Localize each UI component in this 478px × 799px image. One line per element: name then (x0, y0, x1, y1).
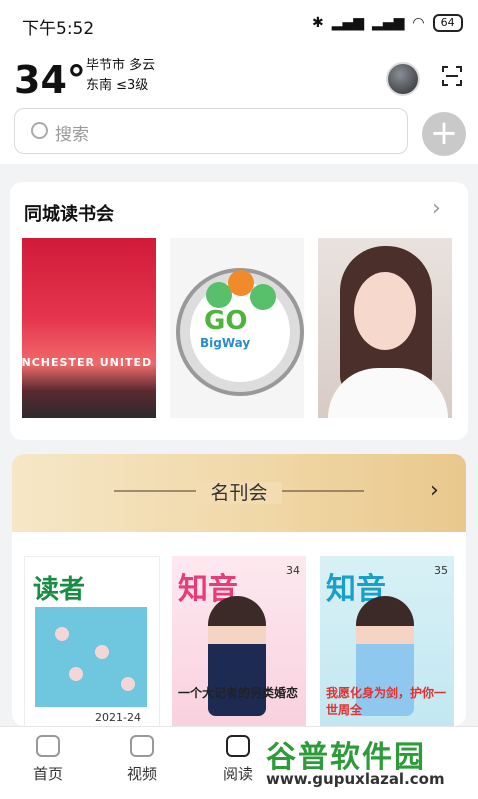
magazine-cover-zhiyin-35[interactable]: 知音 35 我愿化身为剑，护你一世周全 (320, 556, 454, 726)
magazine-headline: 一个大记者的另类婚恋 (178, 686, 299, 700)
magazine-issue: 2021-24 (95, 711, 141, 724)
cover-text: ANCHESTER UNITED (22, 356, 153, 369)
magazine-name: 读者 (33, 575, 86, 605)
cover-go-text: GO (204, 306, 248, 336)
magazine-art (35, 607, 147, 707)
book-club-cover-2[interactable]: GO BigWay (170, 238, 304, 418)
wifi-icon: ◠ (412, 15, 425, 31)
chevron-right-icon[interactable]: › (430, 478, 439, 503)
add-button[interactable]: + (422, 112, 466, 156)
tab-read[interactable]: 阅读 (208, 735, 268, 784)
status-icons: ✱ ▂▄▆ ▂▄▆ ◠ 64 (312, 14, 463, 32)
tab-label: 首页 (32, 765, 63, 783)
magazine-cover-zhiyin-34[interactable]: 知音 34 一个大记者的另类婚恋 (172, 556, 306, 726)
signal-icon: ▂▄▆ (331, 15, 365, 31)
scan-icon[interactable] (440, 64, 464, 88)
magazine-headline: 我愿化身为剑，护你一世周全 (326, 686, 447, 717)
battery-icon: 64 (432, 14, 463, 32)
magazine-issue: 35 (434, 564, 448, 577)
search-icon (31, 122, 48, 139)
video-icon (130, 735, 154, 757)
signal-icon-2: ▂▄▆ (372, 15, 405, 31)
search-placeholder: 搜索 (55, 125, 89, 145)
weather-info: 毕节市 多云 东南 ≤3级 (86, 56, 155, 96)
book-club-title: 同城读书会 (24, 204, 114, 225)
watermark: 谷普软件园 www.gupuxlazal.com (262, 730, 474, 796)
watermark-url: www.gupuxlazal.com (266, 770, 445, 788)
tab-video[interactable]: 视频 (112, 735, 172, 784)
magazine-issue: 34 (286, 564, 300, 577)
tab-home[interactable]: 首页 (18, 735, 78, 784)
read-icon (226, 735, 250, 757)
book-club-cover-1[interactable]: ANCHESTER UNITED (22, 238, 156, 418)
book-club-cover-3[interactable] (318, 238, 452, 418)
tab-label: 阅读 (222, 765, 253, 783)
status-time: 下午5:52 (22, 19, 95, 39)
weather-location: 毕节市 多云 (86, 58, 156, 73)
header: 34° 毕节市 多云 东南 ≤3级 搜索 + (0, 46, 478, 164)
home-icon (36, 735, 60, 757)
search-input[interactable]: 搜索 (14, 108, 408, 154)
tab-label: 视频 (126, 765, 157, 783)
magazine-banner[interactable]: 名刊会 › (12, 454, 466, 532)
temperature: 34° (14, 58, 86, 102)
book-club-card: 同城读书会 › ANCHESTER UNITED GO BigWay (10, 182, 468, 440)
chevron-right-icon[interactable]: › (432, 196, 441, 221)
bluetooth-icon: ✱ (312, 15, 324, 31)
avatar[interactable] (386, 62, 420, 96)
status-bar: 下午5:52 ✱ ▂▄▆ ▂▄▆ ◠ 64 (0, 0, 478, 46)
magazine-section-title: 名刊会 (12, 478, 466, 505)
magazine-cover-duzhe[interactable]: 读者 2021-24 (24, 556, 160, 726)
cover-bigway-text: BigWay (200, 336, 251, 350)
magazine-card: 名刊会 › 读者 2021-24 知音 34 一个大记者的另类婚恋 知音 35 … (12, 454, 466, 726)
magazine-title-text: 名刊会 (196, 482, 282, 504)
weather-wind: 东南 ≤3级 (86, 78, 149, 93)
